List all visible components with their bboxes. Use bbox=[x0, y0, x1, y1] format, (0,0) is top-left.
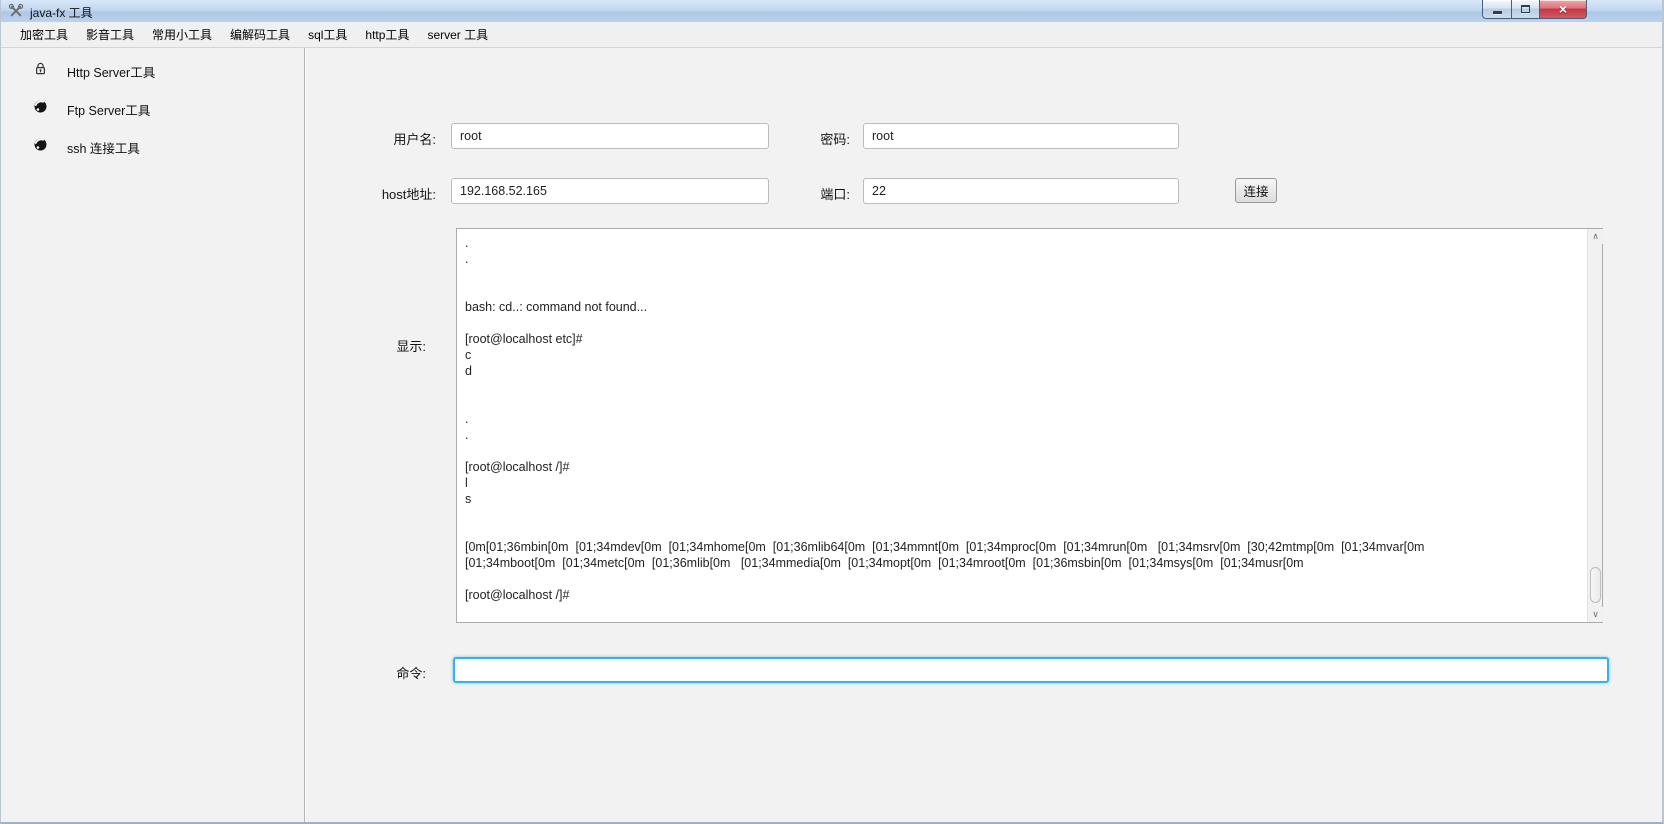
host-input[interactable] bbox=[451, 178, 769, 204]
chevron-down-icon: ∨ bbox=[1592, 609, 1599, 620]
sphere-icon bbox=[33, 137, 48, 152]
sidebar-item-label: ssh 连接工具 bbox=[67, 138, 140, 157]
terminal-output-text: . . bash: cd..: command not found... [ro… bbox=[465, 235, 1582, 618]
app-tools-icon bbox=[8, 3, 24, 19]
connect-button[interactable]: 连接 bbox=[1235, 178, 1277, 203]
titlebar: java-fx 工具 × bbox=[1, 0, 1662, 22]
minimize-button[interactable] bbox=[1482, 0, 1512, 19]
username-label: 用户名: bbox=[331, 129, 436, 148]
scroll-up-button[interactable]: ∧ bbox=[1588, 229, 1603, 244]
menu-item-common-tools[interactable]: 常用小工具 bbox=[143, 22, 221, 47]
sidebar-divider-highlight bbox=[305, 48, 306, 822]
close-button[interactable]: × bbox=[1540, 0, 1587, 19]
sidebar-item-ssh-connect[interactable]: ssh 连接工具 bbox=[1, 134, 291, 158]
maximize-icon bbox=[1521, 5, 1530, 13]
app-window: java-fx 工具 × 加密工具 影音工具 常用小工具 编解码工具 sql工具… bbox=[0, 0, 1664, 824]
menu-item-media-tools[interactable]: 影音工具 bbox=[77, 22, 143, 47]
menu-item-http-tools[interactable]: http工具 bbox=[356, 22, 418, 47]
minimize-icon bbox=[1493, 11, 1502, 14]
menu-item-encrypt-tools[interactable]: 加密工具 bbox=[11, 22, 77, 47]
close-icon: × bbox=[1559, 1, 1567, 18]
username-input[interactable] bbox=[451, 123, 769, 149]
menu-item-sql-tools[interactable]: sql工具 bbox=[299, 22, 356, 47]
scrollbar-thumb[interactable] bbox=[1590, 567, 1601, 603]
window-controls: × bbox=[1482, 0, 1587, 19]
terminal-output-area[interactable]: . . bash: cd..: command not found... [ro… bbox=[456, 228, 1603, 623]
lock-icon bbox=[33, 61, 48, 76]
menu-item-server-tools[interactable]: server 工具 bbox=[418, 22, 497, 47]
vertical-scrollbar[interactable]: ∧ ∨ bbox=[1587, 229, 1602, 622]
host-label: host地址: bbox=[331, 184, 436, 203]
command-label: 命令: bbox=[331, 663, 426, 682]
scroll-down-button[interactable]: ∨ bbox=[1588, 607, 1603, 622]
chevron-up-icon: ∧ bbox=[1592, 231, 1599, 242]
maximize-button[interactable] bbox=[1512, 0, 1540, 19]
window-title: java-fx 工具 bbox=[30, 4, 93, 21]
sidebar-item-label: Http Server工具 bbox=[67, 62, 155, 81]
password-input[interactable] bbox=[863, 123, 1179, 149]
sphere-icon bbox=[33, 99, 48, 114]
menu-bar: 加密工具 影音工具 常用小工具 编解码工具 sql工具 http工具 serve… bbox=[1, 22, 1662, 48]
menu-item-codec-tools[interactable]: 编解码工具 bbox=[221, 22, 299, 47]
sidebar-item-http-server[interactable]: Http Server工具 bbox=[1, 58, 291, 82]
sidebar-item-ftp-server[interactable]: Ftp Server工具 bbox=[1, 96, 291, 120]
password-label: 密码: bbox=[761, 129, 850, 148]
command-input[interactable] bbox=[453, 657, 1609, 683]
port-label: 端口: bbox=[761, 184, 850, 203]
port-input[interactable] bbox=[863, 178, 1179, 204]
display-label: 显示: bbox=[331, 336, 426, 355]
sidebar-item-label: Ftp Server工具 bbox=[67, 100, 150, 119]
